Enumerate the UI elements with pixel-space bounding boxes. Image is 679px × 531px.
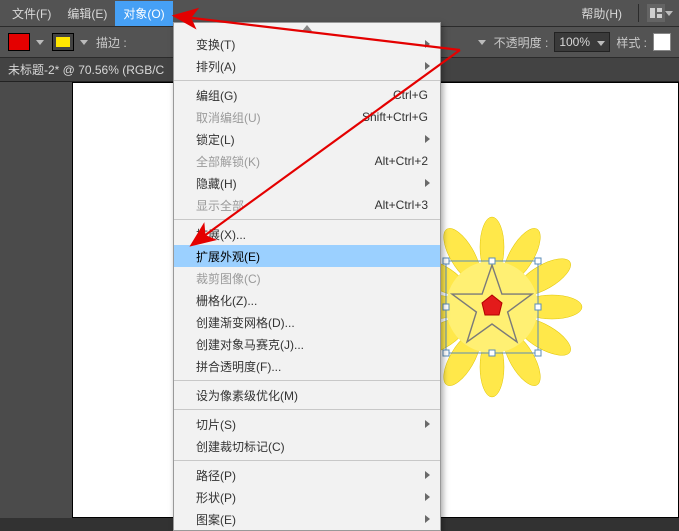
opacity-select[interactable]: 100% [554,32,610,52]
fill-dropdown-icon[interactable] [36,37,46,47]
menu-item: 显示全部Alt+Ctrl+3 [174,194,440,216]
menu-item-label: 创建裁切标记(C) [196,438,428,455]
document-tab-title[interactable]: 未标题-2* @ 70.56% (RGB/C [8,61,164,78]
menu-item-label: 取消编组(U) [196,109,362,126]
menu-item: 全部解锁(K)Alt+Ctrl+2 [174,150,440,172]
menu-item[interactable]: 设为像素级优化(M) [174,384,440,406]
menu-separator [174,409,440,410]
menu-item-label: 排列(A) [196,58,428,75]
menu-item[interactable]: 隐藏(H) [174,172,440,194]
menu-item[interactable]: 变换(T) [174,33,440,55]
menu-scroll-up-icon[interactable] [302,25,312,31]
menu-item[interactable]: 切片(S) [174,413,440,435]
menu-item-label: 锁定(L) [196,131,428,148]
menu-item-label: 扩展(X)... [196,226,428,243]
menu-item-label: 创建对象马赛克(J)... [196,336,428,353]
menu-item[interactable]: 排列(A) [174,55,440,77]
menu-item-shortcut: Shift+Ctrl+G [362,110,428,124]
menu-item-shortcut: Alt+Ctrl+2 [375,154,428,168]
menu-separator [174,219,440,220]
menu-file[interactable]: 文件(F) [4,1,59,26]
stroke-label: 描边 : [96,34,127,51]
menu-separator [174,460,440,461]
menu-item-label: 形状(P) [196,489,428,506]
menu-item-shortcut: Alt+Ctrl+3 [375,198,428,212]
menu-item[interactable]: 栅格化(Z)... [174,289,440,311]
menu-item-label: 图案(E) [196,511,428,528]
menu-item[interactable]: 图案(E) [174,508,440,530]
menu-item[interactable]: 编组(G)Ctrl+G [174,84,440,106]
menu-item[interactable]: 锁定(L) [174,128,440,150]
style-swatch[interactable] [653,33,671,51]
menu-item-shortcut: Ctrl+G [393,88,428,102]
menu-item-label: 裁剪图像(C) [196,270,428,287]
menubar-divider [638,4,639,22]
menu-item[interactable]: 扩展(X)... [174,223,440,245]
menu-item[interactable]: 拼合透明度(F)... [174,355,440,377]
menu-item[interactable]: 形状(P) [174,486,440,508]
menu-item-label: 切片(S) [196,416,428,433]
menu-item-label: 设为像素级优化(M) [196,387,428,404]
menu-item-label: 全部解锁(K) [196,153,375,170]
menu-separator [174,80,440,81]
menu-item-label: 路径(P) [196,467,428,484]
menu-item: 取消编组(U)Shift+Ctrl+G [174,106,440,128]
menu-item[interactable]: 创建裁切标记(C) [174,435,440,457]
brush-dropdown-icon[interactable] [478,37,488,47]
menu-item-label: 拼合透明度(F)... [196,358,428,375]
menu-item-label: 隐藏(H) [196,175,428,192]
menu-edit[interactable]: 编辑(E) [59,1,115,26]
object-menu-dropdown: 变换(T)排列(A)编组(G)Ctrl+G取消编组(U)Shift+Ctrl+G… [173,22,441,531]
menu-item-label: 栅格化(Z)... [196,292,428,309]
menu-item-label: 编组(G) [196,87,393,104]
menu-item-label: 显示全部 [196,197,375,214]
fill-color-swatch[interactable] [8,33,30,51]
stroke-color-swatch[interactable] [52,33,74,51]
menu-item-label: 创建渐变网格(D)... [196,314,428,331]
workspace-dropdown-icon[interactable] [665,8,675,18]
menu-item[interactable]: 扩展外观(E) [174,245,440,267]
menu-item[interactable]: 创建对象马赛克(J)... [174,333,440,355]
stroke-dropdown-icon[interactable] [80,37,90,47]
menu-item-label: 变换(T) [196,36,428,53]
menu-separator [174,380,440,381]
menu-item-label: 扩展外观(E) [196,248,428,265]
menu-item[interactable]: 路径(P) [174,464,440,486]
menu-item: 裁剪图像(C) [174,267,440,289]
workspace-switcher-icon[interactable] [647,4,665,22]
menu-object[interactable]: 对象(O) [115,1,172,26]
menu-help[interactable]: 帮助(H) [573,1,630,26]
opacity-value: 100% [559,35,590,49]
opacity-label: 不透明度 : [494,34,549,51]
menu-item[interactable]: 创建渐变网格(D)... [174,311,440,333]
style-label: 样式 : [616,34,647,51]
